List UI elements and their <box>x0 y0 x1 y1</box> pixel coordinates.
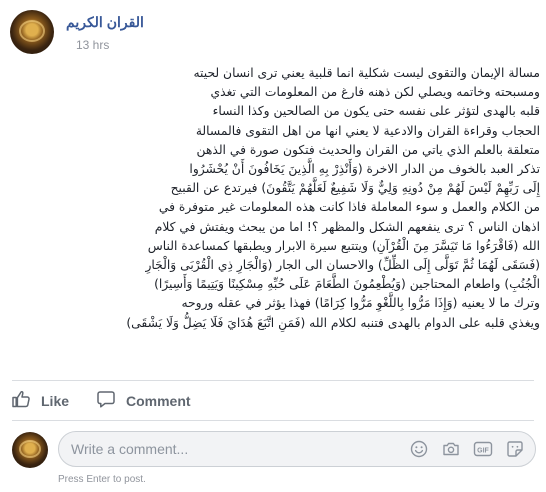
post-body-line: مسالة الإيمان والتقوى ليست شكلية انما قل… <box>193 66 540 80</box>
post-body-line: تذكر العبد بالخوف من الدار الاخرة (وَأَن… <box>189 162 540 177</box>
facebook-post: القران الكريم 13 hrs مسالة الإيمان والتق… <box>0 0 546 492</box>
post-body-line: إِلَى رَبِّهِمْ لَيْسَ لَهُمْ مِنْ دُونِ… <box>170 181 540 196</box>
comment-label: Comment <box>126 393 191 409</box>
thumbs-up-icon <box>11 389 31 414</box>
post-body-line: الْجُنُبِ) واطعام المحتاجين (وَيُطْعِمُو… <box>154 277 540 292</box>
post-body-line: قلبه بالهدى لتؤثر على نفسه حتى يكون من ا… <box>212 104 540 119</box>
actions-bottom-divider <box>12 420 534 421</box>
post-body-line: متعلقة بالعلم الذي ياتي من القران والحدي… <box>196 142 540 157</box>
post-body-line: الله (فَاقْرَءُوا مَا تَيَسَّرَ مِنَ الْ… <box>147 238 540 253</box>
camera-icon[interactable] <box>441 439 461 459</box>
post-timestamp[interactable]: 13 hrs <box>76 38 109 52</box>
svg-text:GIF: GIF <box>477 447 489 454</box>
like-label: Like <box>41 393 70 409</box>
comment-box[interactable]: GIF <box>58 431 536 467</box>
sticker-icon[interactable] <box>505 439 525 459</box>
post-body: مسالة الإيمان والتقوى ليست شكلية انما قل… <box>10 64 540 333</box>
page-avatar[interactable] <box>10 10 54 54</box>
comment-button[interactable]: Comment <box>96 388 191 414</box>
like-button[interactable]: Like <box>11 388 69 414</box>
comment-input[interactable] <box>71 432 361 466</box>
post-body-line: ومسبحته وخاتمه ويصلي لكن ذهنه فارغ من ال… <box>210 85 541 100</box>
gif-icon[interactable]: GIF <box>473 439 493 459</box>
post-body-line: (فَسَقَى لَهُمَا ثُمَّ تَوَلَّى إِلَى ال… <box>145 258 540 273</box>
post-actions-bar: Like Comment <box>0 382 546 418</box>
post-body-line: وترك ما لا يعنيه (وَإِذَا مَرُّوا بِاللَ… <box>181 296 540 311</box>
commenter-avatar <box>12 432 48 468</box>
actions-top-divider <box>12 380 534 381</box>
comment-tools: GIF <box>409 439 525 459</box>
post-body-line: الحجاب وقراءة القران والادعية لا يعني ان… <box>195 123 540 138</box>
emoji-icon[interactable] <box>409 439 429 459</box>
press-enter-hint: Press Enter to post. <box>58 474 146 485</box>
speech-bubble-icon <box>96 389 116 414</box>
post-body-line: من الكلام والعمل و سوء المعاملة فاذا كان… <box>158 200 540 215</box>
page-name-link[interactable]: القران الكريم <box>66 14 144 31</box>
post-body-line: ويغذي قلبه على الدوام بالهدى فتنبه لكلام… <box>126 315 540 330</box>
post-body-line: اذهان الناس ؟ ترى ينفعهم الشكل والمظهر ؟… <box>154 219 540 234</box>
